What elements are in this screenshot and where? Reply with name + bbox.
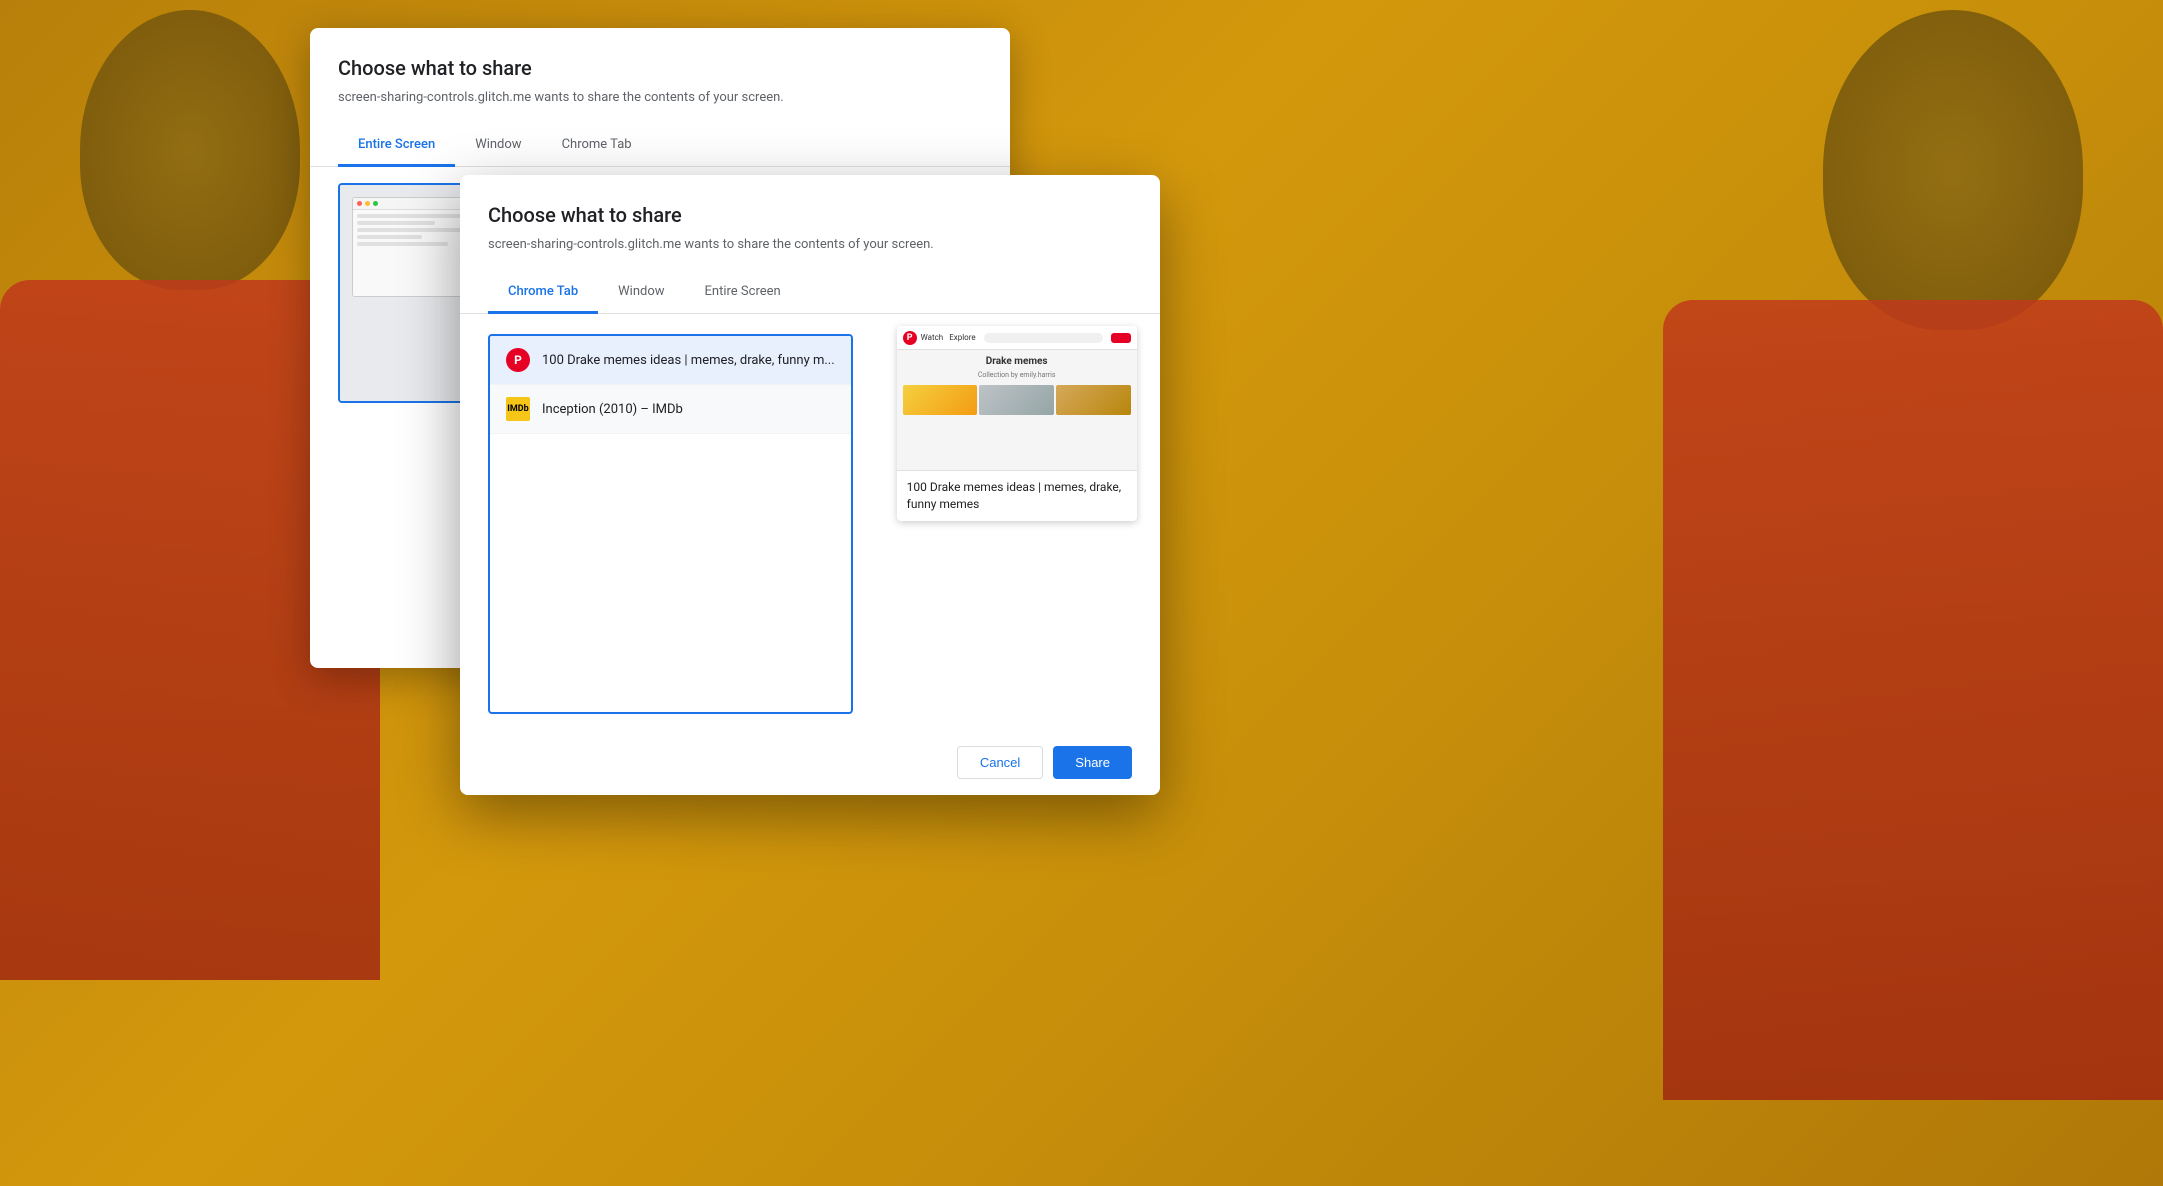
share-button[interactable]: Share (1053, 746, 1132, 779)
tab-list-item-imdb[interactable]: IMDb Inception (2010) – IMDb (490, 385, 851, 434)
tab-list-container: P 100 Drake memes ideas | memes, drake, … (488, 334, 853, 714)
tab-chrome-tab-back[interactable]: Chrome Tab (542, 125, 652, 167)
dialog-back-subtitle: screen-sharing-controls.glitch.me wants … (338, 90, 982, 105)
tab-title-pinterest: 100 Drake memes ideas | memes, drake, fu… (542, 353, 835, 368)
dialog-front-header: Choose what to share screen-sharing-cont… (460, 175, 1160, 252)
tab-list-item-pinterest[interactable]: P 100 Drake memes ideas | memes, drake, … (490, 336, 851, 385)
preview-panel: P Watch Explore Drake memes Collec (897, 326, 1137, 722)
pinterest-content: Drake memes Collection by emily.harris (897, 350, 1137, 421)
grid-item-3 (1056, 385, 1131, 415)
pinterest-nav-items: Watch Explore (921, 333, 976, 342)
pinterest-board-title: Drake memes (903, 356, 1131, 367)
tab-window-front[interactable]: Window (598, 272, 684, 314)
drake-right-head (1823, 10, 2083, 330)
favicon-pinterest: P (506, 348, 530, 372)
dialog-back-header: Choose what to share screen-sharing-cont… (310, 28, 1010, 105)
dot-yellow (365, 201, 370, 206)
background: Choose what to share screen-sharing-cont… (0, 0, 2163, 1186)
preview-label: 100 Drake memes ideas | memes, drake, fu… (897, 471, 1137, 521)
dialog-back-title: Choose what to share (338, 56, 982, 80)
pinterest-sub: Collection by emily.harris (903, 371, 1131, 379)
drake-right-body (1663, 300, 2163, 1100)
grid-item-1 (903, 385, 978, 415)
preview-screenshot: P Watch Explore Drake memes Collec (897, 326, 1137, 471)
preview-pinterest-header: P Watch Explore (897, 326, 1137, 350)
dialog-front-subtitle: screen-sharing-controls.glitch.me wants … (488, 237, 1132, 252)
drake-left-head (80, 10, 300, 290)
tab-title-imdb: Inception (2010) – IMDb (542, 402, 683, 417)
favicon-imdb: IMDb (506, 397, 530, 421)
dialog-back-tabs: Entire Screen Window Chrome Tab (310, 125, 1010, 167)
tab-entire-screen-back[interactable]: Entire Screen (338, 125, 455, 167)
dot-red (357, 201, 362, 206)
drake-background: Choose what to share screen-sharing-cont… (0, 0, 2163, 1186)
dialog-front-tabs: Chrome Tab Window Entire Screen (460, 272, 1160, 314)
pinterest-search-bar (984, 333, 1103, 343)
tab-window-back[interactable]: Window (455, 125, 541, 167)
pinterest-grid (903, 385, 1131, 415)
tab-chrome-tab-front[interactable]: Chrome Tab (488, 272, 598, 314)
dialog-front-title: Choose what to share (488, 203, 1132, 227)
preview-card: P Watch Explore Drake memes Collec (897, 326, 1137, 521)
cancel-button[interactable]: Cancel (957, 746, 1043, 779)
tab-entire-screen-front[interactable]: Entire Screen (685, 272, 801, 314)
dot-green (373, 201, 378, 206)
pinterest-login-btn (1111, 333, 1131, 343)
dialog-front: Choose what to share screen-sharing-cont… (460, 175, 1160, 795)
dialog-footer: Cancel Share (460, 730, 1160, 795)
grid-item-2 (979, 385, 1054, 415)
pinterest-logo-mini: P (903, 331, 917, 345)
